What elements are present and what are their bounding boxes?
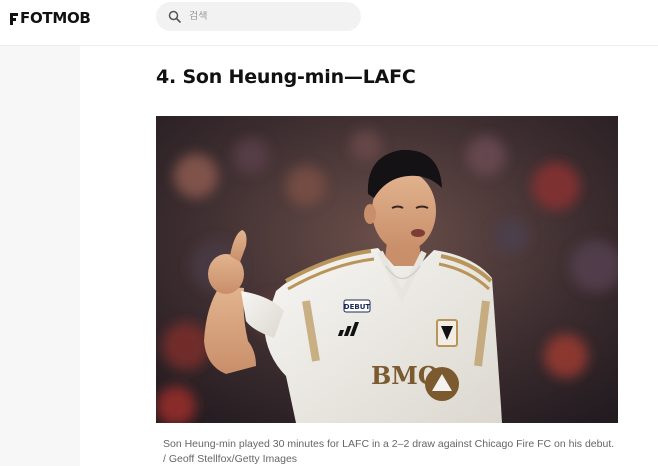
article-photo: DEBUT BMO: [156, 116, 618, 423]
search-input[interactable]: [189, 11, 349, 22]
search-bar[interactable]: [156, 2, 361, 31]
article-body: 4. Son Heung-min—LAFC DEBUT BMO Son Heun…: [80, 46, 658, 466]
logo-text: FOTMOB: [20, 9, 91, 27]
fotmob-logo[interactable]: FOTMOB: [8, 9, 91, 27]
caption-text: Son Heung-min played 30 minutes for LAFC…: [163, 438, 615, 450]
player-photo-illustration: DEBUT BMO: [156, 116, 618, 423]
fotmob-logo-icon: [8, 11, 18, 25]
photo-caption: Son Heung-min played 30 minutes for LAFC…: [163, 437, 633, 466]
debut-patch-text: DEBUT: [344, 303, 371, 311]
photo-credit: / Geoff Stellfox/Getty Images: [163, 453, 298, 465]
left-sidebar: [0, 46, 80, 466]
search-icon: [168, 10, 181, 23]
top-bar: FOTMOB: [0, 0, 658, 46]
section-heading: 4. Son Heung-min—LAFC: [156, 66, 416, 88]
